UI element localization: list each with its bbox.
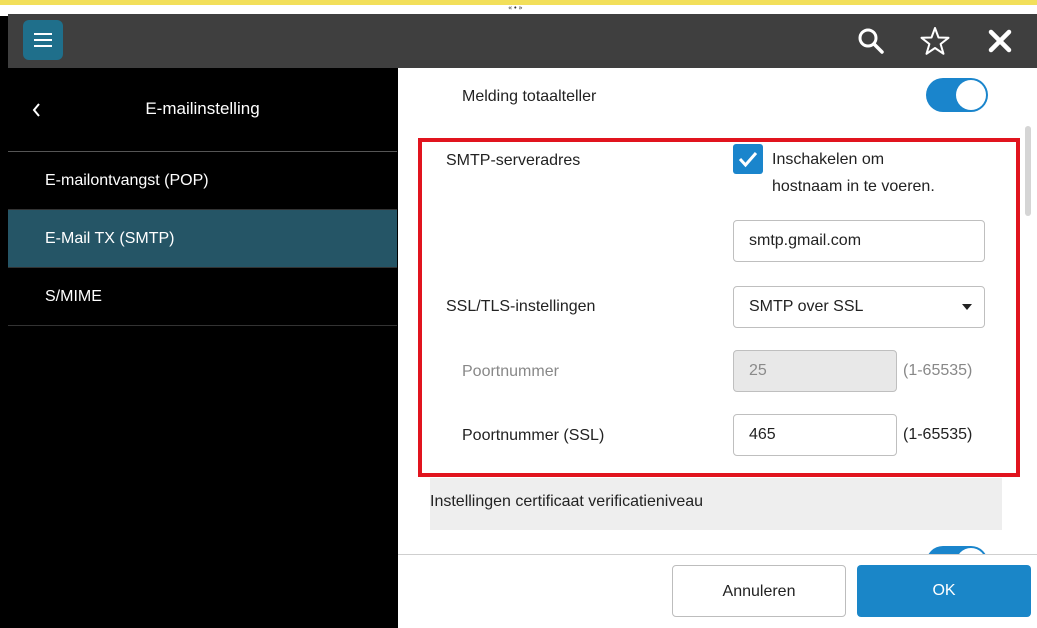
toggle-knob [956,80,986,110]
search-icon[interactable] [854,24,888,58]
ssl-tls-value: SMTP over SSL [749,298,864,315]
hostname-checkbox-label-line1: Inschakelen om [772,151,885,168]
ok-button[interactable]: OK [857,565,1031,617]
hostname-checkbox[interactable] [733,144,763,174]
star-icon[interactable] [918,24,952,58]
sidebar-item-smime[interactable]: S/MIME [8,268,397,326]
sidebar-item-label: E-Mail TX (SMTP) [45,230,175,247]
scrollbar[interactable] [1025,126,1031,216]
menu-icon[interactable] [23,20,63,60]
close-icon[interactable] [983,24,1017,58]
footer: Annuleren OK [398,554,1037,628]
port-ssl-range: (1-65535) [903,426,973,443]
total-counter-label: Melding totaalteller [462,88,597,105]
total-counter-toggle[interactable] [926,78,988,112]
cancel-button[interactable]: Annuleren [672,565,846,617]
port-ssl-label: Poortnummer (SSL) [462,427,605,444]
checkmark-icon [738,152,758,168]
ssl-tls-select[interactable]: SMTP over SSL [733,286,985,328]
sidebar-header: E-mailinstelling [8,68,397,152]
certificate-section-header: Instellingen certificaat verificatienive… [430,478,1002,530]
sidebar-item-smtp[interactable]: E-Mail TX (SMTP) [8,210,397,268]
chevron-down-icon [962,304,972,310]
drag-handle-icon[interactable]: «•» [508,4,524,12]
port-input: 25 [733,350,897,392]
port-range: (1-65535) [903,362,973,379]
sidebar: E-mailinstelling E-mailontvangst (POP) E… [8,68,397,628]
settings-panel: Melding totaalteller SMTP-serveradres In… [398,68,1037,628]
sidebar-item-label: E-mailontvangst (POP) [45,172,209,189]
port-ssl-input[interactable]: 465 [733,414,897,456]
sidebar-item-label: S/MIME [45,288,102,305]
smtp-server-input[interactable]: smtp.gmail.com [733,220,985,262]
port-label: Poortnummer [462,363,559,380]
ssl-tls-label: SSL/TLS-instellingen [446,298,596,315]
certificate-section-label: Instellingen certificaat verificatienive… [430,493,704,510]
sidebar-title: E-mailinstelling [145,99,260,118]
smtp-server-label: SMTP-serveradres [446,152,581,169]
hostname-checkbox-label-line2: hostnaam in te voeren. [772,178,935,195]
app-bar [8,14,1037,68]
sidebar-item-pop[interactable]: E-mailontvangst (POP) [8,152,397,210]
